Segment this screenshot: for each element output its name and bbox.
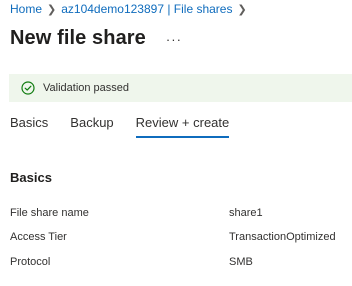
detail-value: share1: [229, 207, 263, 219]
detail-label: Access Tier: [10, 231, 67, 243]
tab-bar: Basics Backup Review + create: [10, 112, 251, 144]
validation-message: Validation passed: [43, 82, 130, 94]
section-heading-basics: Basics: [10, 170, 52, 185]
breadcrumb-home[interactable]: Home: [10, 2, 42, 16]
validation-banner: Validation passed: [9, 74, 352, 102]
detail-row-protocol: Protocol SMB: [10, 256, 352, 272]
detail-value: TransactionOptimized: [229, 231, 336, 243]
tab-review-create[interactable]: Review + create: [135, 112, 229, 142]
tab-backup[interactable]: Backup: [70, 112, 113, 142]
detail-label: Protocol: [10, 256, 51, 268]
check-circle-icon: [21, 81, 35, 95]
tab-basics[interactable]: Basics: [10, 112, 48, 142]
chevron-right-icon: ❯: [47, 3, 57, 16]
detail-row-file-share-name: File share name share1: [10, 207, 352, 223]
detail-row-access-tier: Access Tier TransactionOptimized: [10, 231, 352, 247]
page: Home ❯ az104demo123897 | File shares ❯ N…: [0, 0, 352, 286]
detail-value: SMB: [229, 256, 253, 268]
detail-label: File share name: [10, 207, 89, 219]
page-title: New file share: [10, 26, 146, 49]
breadcrumb-storage-account[interactable]: az104demo123897 | File shares: [61, 2, 232, 16]
more-options-icon[interactable]: ···: [166, 32, 182, 47]
chevron-right-icon: ❯: [237, 3, 247, 16]
breadcrumb: Home ❯ az104demo123897 | File shares ❯: [10, 1, 252, 17]
title-row: New file share ···: [10, 24, 182, 52]
